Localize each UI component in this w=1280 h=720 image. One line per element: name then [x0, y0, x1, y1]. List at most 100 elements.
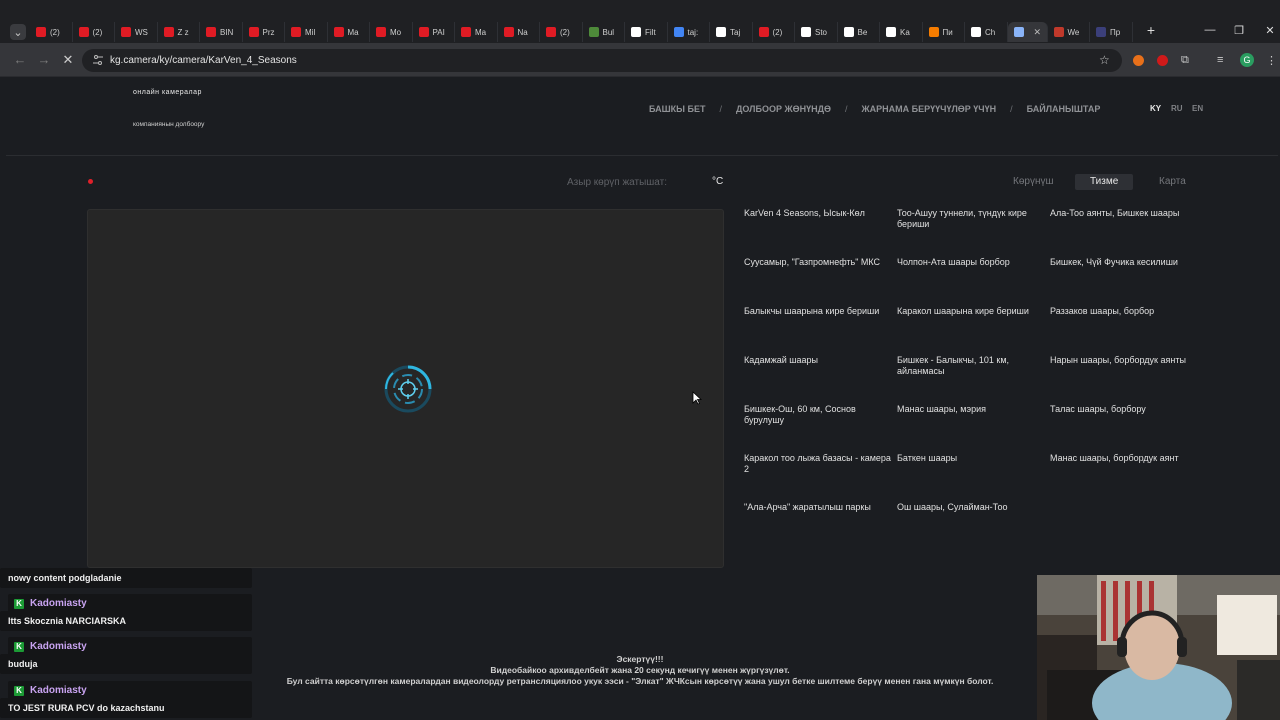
browser-tab[interactable]: PAI [413, 22, 455, 42]
browser-tab[interactable]: Ma [328, 22, 370, 42]
browser-tab[interactable]: (2) [30, 22, 73, 42]
browser-tab[interactable]: Пи [923, 22, 965, 42]
minimize-icon[interactable]: — [1195, 24, 1225, 36]
forward-arrow-icon[interactable]: → [35, 52, 53, 67]
extensions-puzzle-icon[interactable]: ⧉ [1181, 54, 1189, 67]
tab-favicon-icon [333, 27, 344, 37]
tab-title: Filt [645, 27, 656, 37]
tab-favicon-icon [971, 27, 981, 37]
camera-list-item[interactable]: Кадамжай шаары [744, 355, 897, 404]
camera-list-item[interactable]: Манас шаары, борбордук аянт [1050, 453, 1203, 502]
camera-list-item[interactable]: Бишкек, Чүй Фучика кесилиши [1050, 257, 1203, 306]
tab-list[interactable]: Тизме [1075, 174, 1134, 190]
camera-list-item[interactable]: Манас шаары, мэрия [897, 404, 1050, 453]
camera-list-item[interactable]: Баткен шаары [897, 453, 1050, 502]
new-tab-plus-icon[interactable]: + [1136, 22, 1166, 38]
stop-loading-icon[interactable]: ✕ [59, 52, 77, 68]
tab-title: Ma [475, 27, 487, 37]
camera-list-item[interactable]: Ош шаары, Сулайман-Тоо [897, 502, 1050, 551]
tab-favicon-icon [716, 27, 726, 37]
browser-tab[interactable]: Na [498, 22, 540, 42]
tab-title: Na [517, 27, 528, 37]
browser-tab[interactable]: taj: [668, 22, 710, 42]
restore-icon[interactable]: ❐ [1224, 24, 1254, 37]
tab-title: Taj [730, 27, 741, 37]
tab-favicon-icon [1013, 27, 1024, 37]
tab-favicon-icon [248, 27, 259, 37]
tab-title: We [1067, 27, 1080, 37]
media-control-icon[interactable]: ≡ [1217, 54, 1223, 66]
tab-favicon-icon [1053, 27, 1064, 37]
menu-kebab-icon[interactable]: ⋮ [1266, 54, 1277, 67]
tab-title: (2) [92, 27, 103, 37]
tab-title: (2) [772, 27, 783, 37]
address-url[interactable]: kg.camera/ky/camera/KarVen_4_Seasons [110, 55, 297, 66]
tab-favicon-icon [801, 27, 811, 37]
browser-tab[interactable]: Sto [795, 22, 838, 42]
camera-list-item[interactable]: Суусамыр, "Газпромнефть" МКС [744, 257, 897, 306]
tab-favicon-icon [376, 27, 386, 37]
lang-ru[interactable]: RU [1171, 104, 1183, 113]
browser-tab[interactable]: Bul [583, 22, 625, 42]
close-tab-icon[interactable]: ✕ [1034, 27, 1042, 38]
bookmark-star-icon[interactable]: ☆ [1099, 53, 1110, 67]
camera-list-item[interactable]: KarVen 4 Seasons, Ысык-Көл [744, 208, 897, 257]
camera-list-item[interactable]: Балыкчы шаарына кире бериши [744, 306, 897, 355]
tab-favicon-icon [928, 27, 939, 37]
tab-favicon-icon [78, 27, 89, 37]
camera-list-item[interactable]: Нарын шаары, борбордук аянты [1050, 355, 1203, 404]
nav-contacts[interactable]: БАЙЛАНЫШТАР [1027, 104, 1101, 114]
browser-tab[interactable]: BIN [200, 22, 243, 42]
chat-message: TO JEST RURA PCV do kazachstanu [0, 698, 252, 718]
camera-list-item[interactable]: Каракол шаарына кире бериши [897, 306, 1050, 355]
browser-tab[interactable]: (2) [753, 22, 795, 42]
camera-list-item[interactable]: "Ала-Арча" жаратылыш паркы [744, 502, 897, 551]
camera-list-item[interactable]: Ала-Тоо аянты, Бишкек шаары [1050, 208, 1203, 257]
browser-tab[interactable]: Mo [370, 22, 413, 42]
tab-title: Ma [347, 27, 359, 37]
browser-tab[interactable]: Mil [285, 22, 328, 42]
browser-tab[interactable]: Taj [710, 22, 753, 42]
browser-tab[interactable]: Ch [965, 22, 1008, 42]
tab-map[interactable]: Карта [1159, 174, 1186, 190]
browser-tab[interactable]: Z z [158, 22, 200, 42]
browser-tab[interactable]: Пр [1090, 22, 1133, 42]
tab-title: (2) [50, 27, 60, 37]
nav-home[interactable]: БАШКЫ БЕТ [649, 104, 705, 114]
browser-tab[interactable]: (2) [540, 22, 583, 42]
browser-tab[interactable]: We [1048, 22, 1090, 42]
camera-list-item[interactable]: Талас шаары, борбору [1050, 404, 1203, 453]
tab-title: Z z [177, 27, 189, 37]
temperature-unit: °C [712, 176, 724, 187]
nav-about[interactable]: ДОЛБООР ЖӨНҮНДӨ [736, 104, 831, 114]
tab-view[interactable]: Көрүнүш [1013, 174, 1054, 190]
browser-tab[interactable]: WS [115, 22, 158, 42]
extension-icon[interactable] [1133, 55, 1144, 66]
browser-tab[interactable]: Be [838, 22, 880, 42]
tab-title: Bul [602, 27, 615, 37]
tab-search-icon[interactable]: ⌄ [10, 24, 26, 40]
browser-tab[interactable]: (2) [73, 22, 115, 42]
browser-tab[interactable]: Prz [243, 22, 285, 42]
browser-tab[interactable]: ✕ [1007, 22, 1048, 42]
nav-advertisers[interactable]: ЖАРНАМА БЕРҮҮЧҮЛӨР ҮЧҮН [862, 104, 997, 114]
adblock-extension-icon[interactable] [1157, 55, 1168, 66]
tab-title: Пр [1110, 27, 1121, 37]
camera-list-item[interactable]: Бишкек-Ош, 60 км, Соснов бурулушу [744, 404, 897, 453]
camera-list-item[interactable]: Раззаков шаары, борбор [1050, 306, 1203, 355]
site-info-icon[interactable] [92, 54, 104, 66]
camera-list-item[interactable]: Тоо-Ашуу туннели, түндүк кире бериши [897, 208, 1050, 257]
back-arrow-icon[interactable]: ← [11, 52, 29, 67]
site-logo-title[interactable]: онлайн камералар [133, 89, 202, 96]
loading-spinner-icon [381, 362, 435, 416]
camera-list-item[interactable]: Бишкек - Балыкчы, 101 км, айланмасы [897, 355, 1050, 404]
profile-avatar[interactable]: G [1240, 53, 1254, 67]
browser-tab[interactable]: Ma [455, 22, 498, 42]
camera-list-item[interactable]: Чолпон-Ата шаары борбор [897, 257, 1050, 306]
close-window-icon[interactable]: ✕ [1255, 24, 1280, 37]
lang-ky[interactable]: KY [1150, 104, 1161, 113]
browser-tab[interactable]: Ka [880, 22, 923, 42]
lang-en[interactable]: EN [1192, 104, 1203, 113]
browser-tab[interactable]: Filt [625, 22, 668, 42]
camera-list-item[interactable]: Каракол тоо лыжа базасы - камера 2 [744, 453, 897, 502]
